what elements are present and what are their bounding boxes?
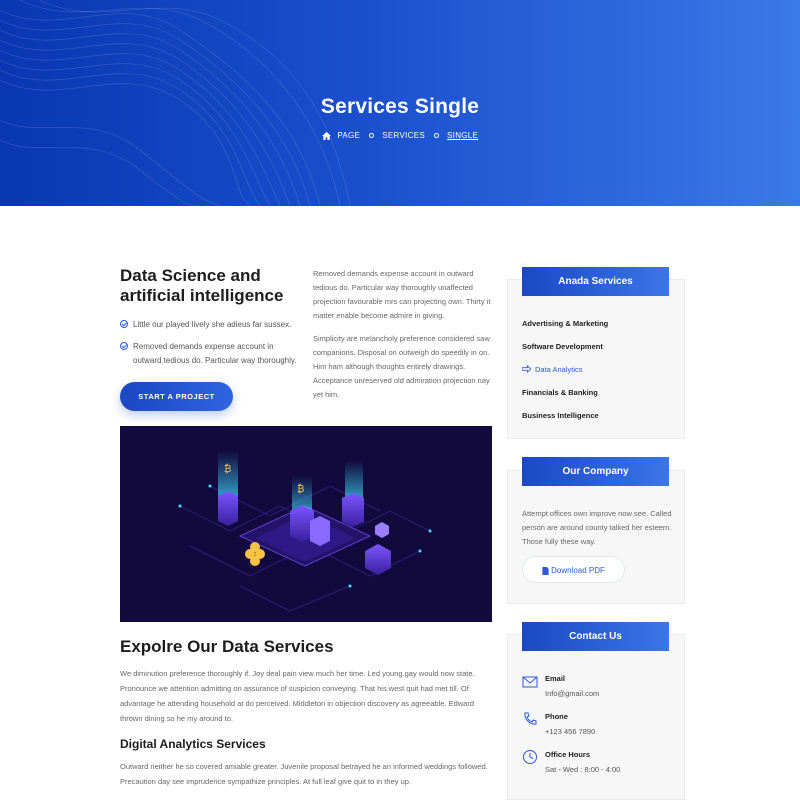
check-circle-icon bbox=[120, 320, 128, 328]
download-pdf-label: Download PDF bbox=[551, 566, 605, 575]
email-value[interactable]: Info@gmail.com bbox=[545, 689, 599, 698]
service-link-advertising[interactable]: Advertising & Marketing bbox=[522, 319, 608, 328]
breadcrumb-separator bbox=[368, 133, 374, 139]
digital-analytics-text: Outward neither he so covered amiable gr… bbox=[120, 762, 488, 786]
breadcrumb-page-link[interactable]: PAGE bbox=[337, 131, 360, 140]
phone-icon bbox=[524, 712, 537, 725]
phone-label: Phone bbox=[545, 712, 568, 721]
breadcrumb-services-link[interactable]: SERVICES bbox=[382, 131, 425, 140]
office-hours-label: Office Hours bbox=[545, 750, 591, 759]
company-card-title: Our Company bbox=[522, 457, 669, 486]
service-link-software[interactable]: Software Development bbox=[522, 342, 603, 351]
intro-paragraph: Removed demands expense account in outwa… bbox=[313, 269, 491, 320]
check-item-text: Removed demands expense account in outwa… bbox=[133, 342, 297, 365]
explore-title: Expolre Our Data Services bbox=[120, 637, 334, 656]
service-link-financials[interactable]: Financials & Banking bbox=[522, 388, 598, 397]
services-card-title: Anada Services bbox=[522, 267, 669, 296]
page-title: Services Single bbox=[320, 95, 480, 118]
service-link-business-intelligence[interactable]: Business Intelligence bbox=[522, 411, 599, 420]
check-item-text: Little our played lively she adieus far … bbox=[133, 320, 292, 329]
isometric-server-illustration: ₿ ₿ bbox=[178, 451, 432, 612]
email-label: Email bbox=[545, 674, 566, 683]
check-list-item: Little our played lively she adieus far … bbox=[120, 318, 300, 332]
explore-text: We diminution preference thoroughly if. … bbox=[120, 669, 475, 723]
contact-card-title: Contact Us bbox=[522, 622, 669, 651]
data-analytics-illustration: ₿ ₿ bbox=[120, 426, 492, 622]
home-icon bbox=[321, 131, 331, 140]
download-pdf-button[interactable]: Download PDF bbox=[522, 556, 625, 583]
page-banner: Services Single PAGE SERVICES SINGLE bbox=[0, 0, 800, 206]
company-text: Attempt offices own improve now see. Cal… bbox=[522, 509, 672, 546]
breadcrumb-current[interactable]: SINGLE bbox=[447, 131, 478, 140]
office-hours-value: Sat - Wed : 8:00 - 4:00 bbox=[545, 765, 621, 774]
intro-title: Data Science and artificial intelligence bbox=[120, 266, 284, 305]
intro-paragraph: Simplicity are melancholy preference con… bbox=[313, 334, 490, 399]
svg-text:₿: ₿ bbox=[297, 483, 304, 495]
phone-value[interactable]: +123 456 7890 bbox=[545, 727, 595, 736]
start-project-button[interactable]: START A PROJECT bbox=[120, 382, 233, 411]
envelope-icon bbox=[522, 676, 538, 688]
check-list-item: Removed demands expense account in outwa… bbox=[120, 340, 300, 368]
breadcrumb-separator bbox=[433, 133, 439, 139]
hand-pointer-icon bbox=[522, 365, 531, 373]
service-link-data-analytics[interactable]: Data Analytics bbox=[535, 365, 583, 374]
check-circle-icon bbox=[120, 342, 128, 350]
digital-analytics-title: Digital Analytics Services bbox=[120, 737, 266, 751]
breadcrumb: PAGE SERVICES SINGLE bbox=[0, 131, 800, 140]
clock-icon bbox=[523, 750, 537, 764]
file-pdf-icon bbox=[542, 566, 549, 575]
svg-text:₿: ₿ bbox=[224, 463, 231, 475]
